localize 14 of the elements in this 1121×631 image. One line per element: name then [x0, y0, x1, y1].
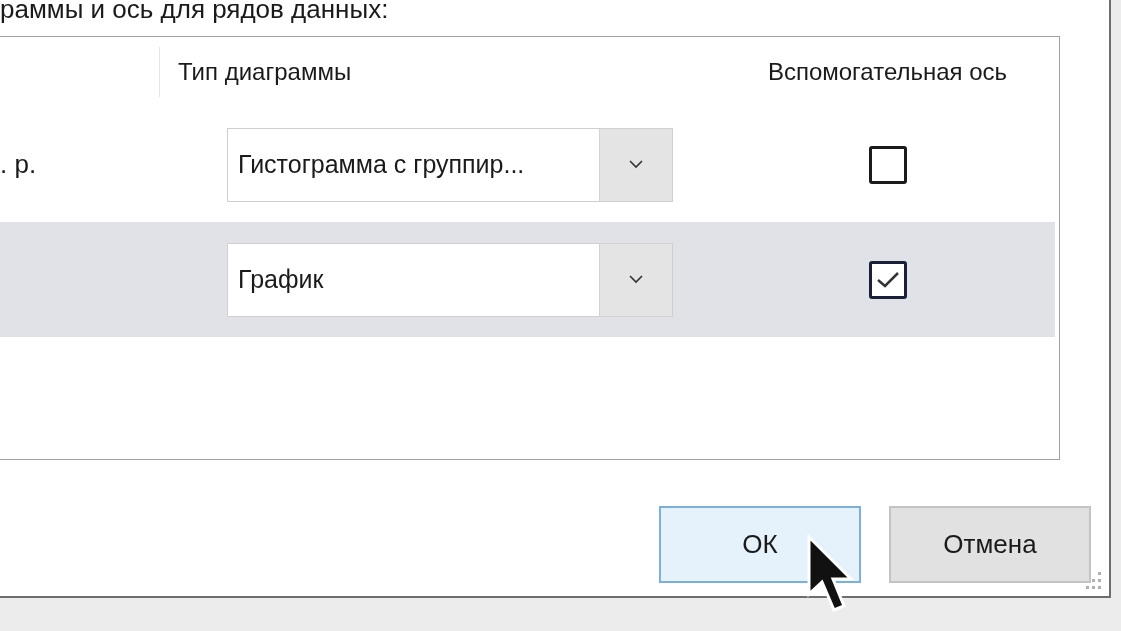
chart-type-dropdown[interactable]: Гистограмма с группир...: [227, 127, 673, 202]
instruction-text: раммы и ось для рядов данных:: [0, 0, 390, 24]
column-header: Тип диаграммы: [177, 57, 353, 87]
checkmark-icon: [875, 270, 900, 289]
secondary-axis-checkbox[interactable]: [868, 145, 907, 184]
chevron-down-icon: [629, 160, 643, 169]
secondary-axis-checkbox[interactable]: [868, 260, 907, 299]
cancel-button[interactable]: Отмена: [889, 506, 1091, 583]
ok-button[interactable]: ОК: [659, 506, 861, 583]
column-header: Вспомогательная ось: [766, 57, 1009, 87]
series-row[interactable]: . р.: [0, 107, 160, 222]
series-name: . р.: [0, 149, 37, 180]
chart-type-dropdown[interactable]: График: [227, 242, 673, 317]
chevron-down-icon: [629, 275, 643, 284]
